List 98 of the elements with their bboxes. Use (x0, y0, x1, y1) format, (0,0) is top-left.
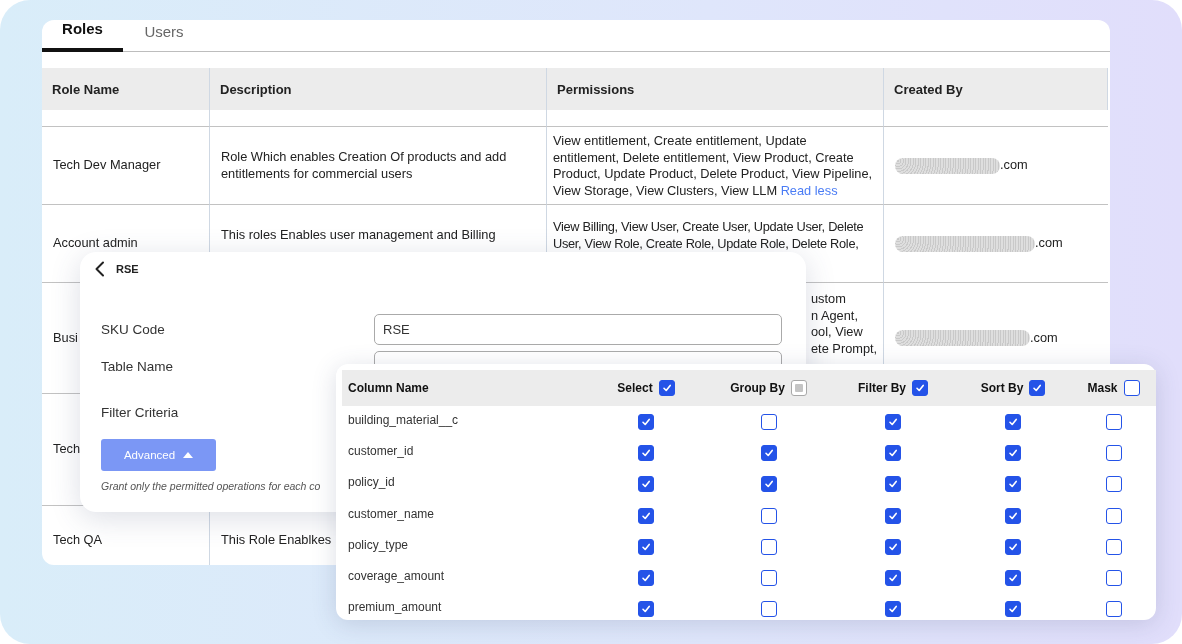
checkbox[interactable] (1123, 380, 1140, 396)
checkbox[interactable] (1005, 601, 1021, 618)
check-icon (1008, 416, 1018, 427)
table-cell: .com (1000, 157, 1028, 174)
column-name: premium_amount (348, 600, 442, 615)
check-icon (641, 573, 651, 584)
check-icon (1008, 447, 1018, 458)
checkbox[interactable] (885, 570, 901, 587)
field-label: Filter Criteria (101, 405, 180, 420)
checkbox[interactable] (885, 538, 901, 555)
read-link[interactable]: Read less (780, 182, 838, 198)
check-icon (641, 416, 651, 427)
check-icon (1008, 541, 1018, 552)
checkbox[interactable] (1105, 444, 1122, 461)
check-icon (1008, 604, 1018, 615)
checkbox[interactable] (638, 444, 654, 461)
checkbox[interactable] (1105, 476, 1122, 493)
check-icon (1008, 510, 1018, 521)
column-name: policy_type (348, 537, 409, 552)
checkbox[interactable] (1029, 380, 1046, 396)
tab[interactable]: Users (123, 20, 205, 52)
column-header: Column Name (348, 381, 429, 395)
checkbox[interactable] (638, 538, 654, 555)
check-icon (641, 541, 651, 552)
column-header: Group By (730, 381, 785, 395)
checkbox[interactable] (760, 507, 777, 524)
check-icon (641, 447, 651, 458)
check-icon (641, 510, 651, 521)
check-icon (888, 604, 898, 615)
checkbox[interactable] (1005, 444, 1021, 461)
table-cell: .com (1030, 329, 1058, 347)
checkbox[interactable] (658, 380, 675, 396)
check-icon (888, 416, 898, 427)
checkbox[interactable] (638, 413, 654, 430)
checkbox[interactable] (1105, 413, 1122, 430)
check-icon (1008, 479, 1018, 490)
column-header: Select (617, 381, 653, 395)
checkbox[interactable] (885, 601, 901, 618)
check-icon (641, 479, 651, 490)
check-icon (888, 573, 898, 584)
checkbox[interactable] (885, 476, 901, 493)
checkbox[interactable] (885, 444, 901, 461)
input-field[interactable]: RSE (374, 314, 782, 345)
checkbox[interactable] (760, 444, 777, 461)
check-icon (641, 604, 651, 615)
column-header: Description (210, 68, 547, 110)
check-icon (763, 447, 774, 458)
column-name: coverage_amount (348, 569, 445, 584)
checkbox[interactable] (638, 507, 654, 524)
check-icon (888, 447, 898, 458)
column-header: Sort By (980, 381, 1024, 395)
checkbox[interactable] (760, 476, 777, 493)
column-header: Role Name (42, 68, 210, 110)
check-icon (888, 541, 898, 552)
checkbox[interactable] (885, 413, 901, 430)
checkbox[interactable] (1005, 570, 1021, 587)
checkbox[interactable] (912, 380, 928, 396)
column-header: Permissions (547, 68, 884, 110)
checkbox[interactable] (1005, 476, 1021, 493)
dash-icon (794, 384, 803, 392)
column-name: customer_id (348, 443, 414, 458)
checkbox[interactable] (760, 601, 777, 618)
check-icon (1032, 383, 1043, 393)
column-header: Mask (1087, 381, 1118, 395)
checkbox[interactable] (1105, 570, 1122, 587)
check-icon (888, 510, 898, 521)
checkbox[interactable] (1105, 538, 1122, 555)
checkbox[interactable] (790, 380, 807, 396)
caret-icon (183, 452, 194, 458)
check-icon (763, 479, 774, 490)
panel-title: RSE (116, 263, 139, 275)
checkbox[interactable] (638, 476, 654, 493)
field-label: Table Name (101, 359, 175, 374)
table-cell: View entitlement, Create entitlement, Update entitlement, Delete entitlement, View Product, Create Product, Update Product, Delete Product, View Pipeline, View Storage, View Clusters, View LLM Read less (547, 127, 884, 205)
table-cell: Role Which enables Creation Of products and add entitlements for commercial users (210, 127, 547, 205)
checkbox[interactable] (1005, 413, 1021, 430)
checkbox[interactable] (760, 413, 777, 430)
check-icon (888, 479, 898, 490)
check-icon (1008, 573, 1018, 584)
checkbox[interactable] (638, 601, 654, 618)
table-cell: .com (1035, 235, 1063, 252)
column-header: Created By (884, 68, 1108, 110)
table-cell: Tech Dev Manager (42, 127, 210, 205)
checkbox[interactable] (1005, 507, 1021, 524)
checkbox[interactable] (885, 507, 901, 524)
tab[interactable]: Roles (42, 20, 123, 52)
checkbox[interactable] (760, 570, 777, 587)
checkbox[interactable] (1105, 601, 1122, 618)
checkbox[interactable] (638, 570, 654, 587)
field-label: SKU Code (101, 322, 166, 337)
check-icon (915, 383, 925, 393)
column-name: customer_name (348, 506, 435, 521)
checkbox[interactable] (1105, 507, 1122, 524)
check-icon (661, 383, 672, 393)
checkbox[interactable] (760, 538, 777, 555)
column-name: policy_id (348, 475, 395, 490)
column-name: building_material__c (348, 412, 459, 427)
checkbox[interactable] (1005, 538, 1021, 555)
